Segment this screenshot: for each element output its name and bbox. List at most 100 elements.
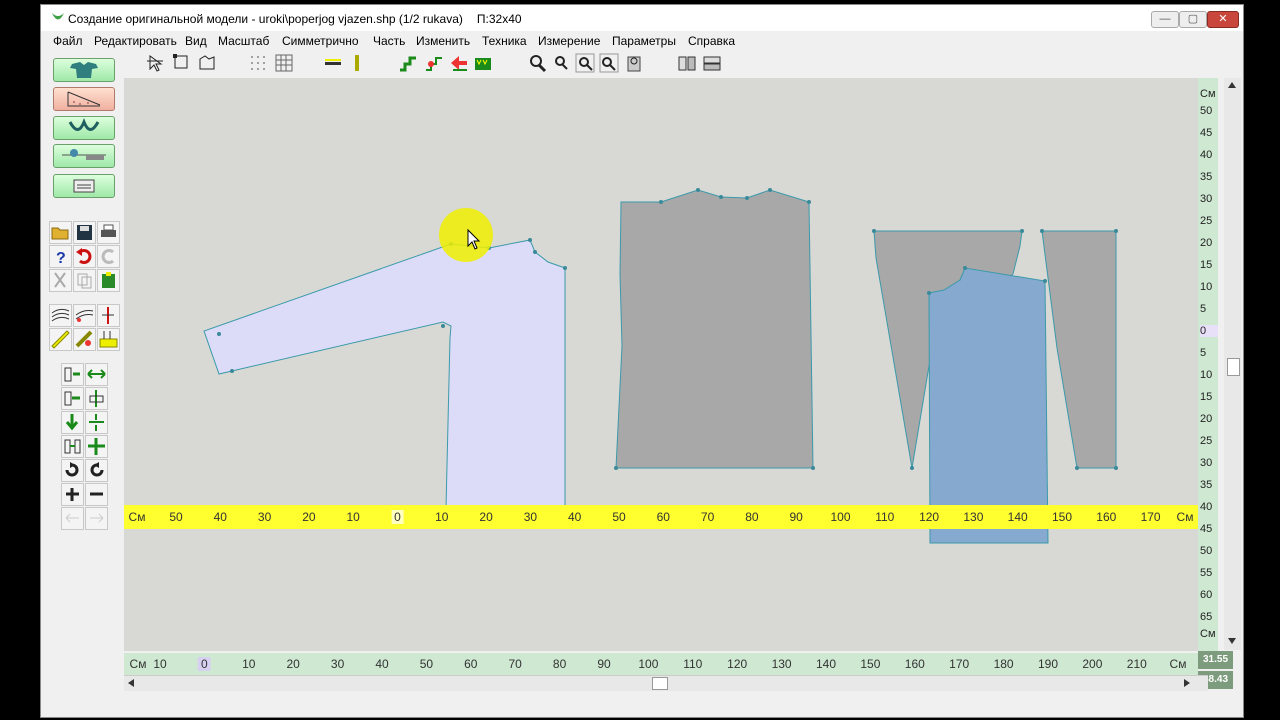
horizontal-scroll-thumb[interactable] [652,677,668,690]
vertical-scroll-thumb[interactable] [1227,358,1240,376]
add-icon[interactable] [61,483,84,506]
print-icon[interactable] [97,221,120,244]
cursor-highlight [439,208,493,262]
save-disk-icon[interactable] [73,221,96,244]
vertical-ruler-tick: 25 [1200,215,1213,227]
title-bar: Создание оригинальной модели - uroki\pop… [41,5,1243,31]
bottom-ruler-tick: 140 [815,657,837,671]
zoom-small-icon[interactable] [551,53,571,73]
knit-pattern-icon[interactable] [473,53,493,73]
menu-symmetric[interactable]: Симметрично [282,34,359,48]
ruler-set-icon[interactable] [73,328,96,351]
remove-icon[interactable] [85,483,108,506]
garment-leaves-button[interactable] [53,116,115,140]
menu-measure[interactable]: Измерение [538,34,600,48]
side-piece-right[interactable] [1041,230,1117,469]
mirror-right-icon[interactable] [702,53,722,73]
size-label: П:32x40 [476,12,522,26]
garment-line-button[interactable] [53,87,115,111]
keyboard-icon [73,179,95,193]
scroll-left-icon[interactable] [124,676,138,690]
vertical-ruler-tick: 55 [1200,567,1213,579]
cut-icon [49,269,72,292]
move-right-icon[interactable] [61,387,84,410]
rotate-ccw-icon[interactable] [85,459,108,482]
align-left-icon[interactable] [61,363,84,386]
menu-part[interactable]: Часть [373,34,405,48]
zoom-piece-icon[interactable] [624,53,644,73]
paste-icon[interactable] [97,269,120,292]
blue-piece[interactable] [928,267,1049,544]
menu-help[interactable]: Справка [688,34,735,48]
select-point-icon[interactable] [172,53,192,73]
scroll-up-icon[interactable] [1224,78,1241,92]
expand-all-icon[interactable] [85,435,108,458]
yellow-ruler-tick: 70 [700,510,715,524]
grid-icon[interactable] [274,53,294,73]
bottom-ruler-tick: 100 [638,657,659,671]
vertical-ruler-tick: 50 [1200,105,1213,117]
shape-outline-icon[interactable] [197,53,217,73]
yellow-ruler-tick: 20 [302,510,316,524]
bottom-ruler-tick: 150 [860,657,881,671]
horizontal-line-icon[interactable] [323,53,343,73]
stretch-horizontal-icon[interactable] [85,363,108,386]
yellow-ruler-tick: 100 [830,510,851,524]
mirror-left-icon[interactable] [677,53,697,73]
measure-vertical-icon[interactable] [97,304,120,327]
bottom-ruler-tick: 210 [1126,657,1147,671]
vertical-line-icon[interactable] [347,53,367,73]
shirt-icon [70,62,98,78]
step-arrow-icon[interactable] [449,53,469,73]
zoom-fit-icon[interactable] [575,53,595,73]
rotate-cw-icon[interactable] [61,459,84,482]
garment-keyboard-button[interactable] [53,174,115,198]
sleeve-piece[interactable] [203,239,566,509]
garment-shirt-button[interactable] [53,58,115,82]
menu-file[interactable]: Файл [53,34,83,48]
grid-dots-icon[interactable] [248,53,268,73]
maximize-button[interactable]: ▢ [1179,11,1207,28]
ruler-tool-icon[interactable] [49,328,72,351]
move-down-icon[interactable] [61,411,84,434]
open-folder-icon[interactable] [49,221,72,244]
drawing-canvas[interactable] [124,78,1198,651]
select-arrow-icon[interactable] [147,53,167,73]
minimize-button[interactable]: — [1151,11,1179,28]
menu-parameters[interactable]: Параметры [612,34,676,48]
window-title: Создание оригинальной модели - uroki\pop… [68,12,522,26]
step-line-icon[interactable] [398,53,418,73]
vertical-ruler-tick: 40 [1200,149,1213,161]
zoom-window-icon[interactable] [599,53,619,73]
zoom-icon[interactable] [527,53,547,73]
help-icon[interactable]: ? [49,245,72,268]
compress-vertical-icon[interactable] [85,411,108,434]
vertical-ruler-tick: 50 [1200,545,1213,557]
menu-edit[interactable]: Редактировать [94,34,177,48]
menu-modify[interactable]: Изменить [416,34,470,48]
close-button[interactable]: ✕ [1207,11,1239,28]
menu-view[interactable]: Вид [185,34,207,48]
menu-technique[interactable]: Техника [482,34,527,48]
stretch-vertical-icon[interactable] [85,387,108,410]
vertical-scrollbar[interactable] [1224,78,1241,650]
ruler-yellow-icon[interactable] [97,328,120,351]
menu-bar: Файл Редактировать Вид Масштаб Симметрич… [41,31,1243,50]
distribute-icon[interactable] [61,435,84,458]
vertical-ruler-tick: 10 [1200,369,1213,381]
garment-slider-button[interactable] [53,144,115,168]
step-points-icon[interactable] [424,53,444,73]
diagonal-piece-icon [67,91,101,107]
yellow-ruler-tick: 160 [1096,510,1117,524]
undo-icon[interactable] [73,245,96,268]
copy-icon [73,269,96,292]
menu-scale[interactable]: Масштаб [218,34,269,48]
yellow-ruler-tick: 170 [1140,510,1161,524]
scroll-right-icon[interactable] [1180,676,1194,690]
yellow-ruler[interactable]: См 50 40 30 20 10 0 10 20 30 40 50 60 70 80 90 100 110 12… [124,505,1198,529]
front-piece[interactable] [615,189,814,469]
stitch-lines-alt-icon[interactable] [73,304,96,327]
horizontal-scrollbar[interactable] [124,675,1208,691]
stitch-lines-icon[interactable] [49,304,72,327]
scroll-down-icon[interactable] [1224,634,1241,648]
